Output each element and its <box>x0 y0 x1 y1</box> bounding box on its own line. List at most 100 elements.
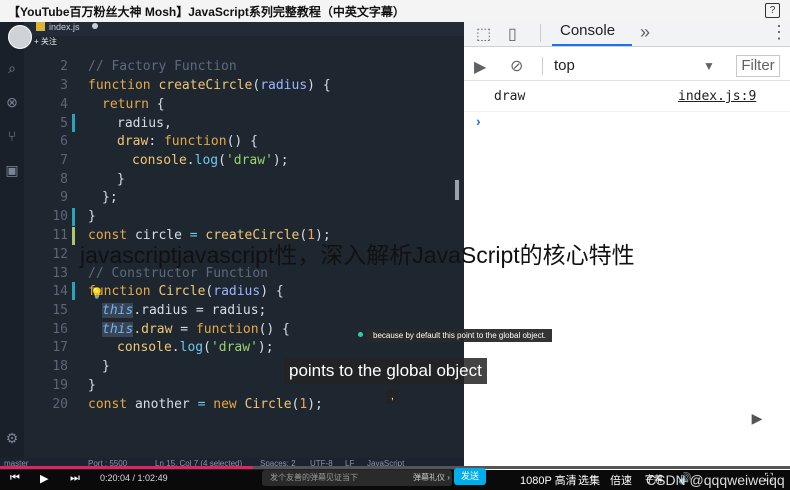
time-display: 0:20:04 / 1:02:49 <box>100 473 168 483</box>
code-line[interactable]: }; <box>102 190 118 205</box>
line-number: 11 <box>52 228 68 243</box>
sidebar-toggle-icon[interactable]: ▶ <box>474 57 486 77</box>
send-button[interactable]: 发送 <box>454 468 486 485</box>
duration: 1:02:49 <box>137 473 168 483</box>
code-line[interactable]: function Circle(radius) { <box>88 284 284 299</box>
chevron-down-icon[interactable]: ▼ <box>703 59 715 73</box>
gear-icon[interactable]: ⚙ <box>4 430 20 446</box>
console-prompt-icon[interactable]: › <box>476 113 481 129</box>
code-line[interactable]: } <box>88 209 96 224</box>
js-file-icon <box>36 22 45 31</box>
scrollbar-thumb[interactable] <box>455 180 459 200</box>
keyword: const <box>88 397 128 412</box>
quality-button[interactable]: 1080P 高清 <box>520 472 577 488</box>
line-number: 6 <box>60 134 68 149</box>
this-keyword: this <box>102 322 134 337</box>
help-icon[interactable]: ? <box>765 3 780 18</box>
video-title: 【YouTube百万粉丝大神 Mosh】JavaScript系列完整教程（中英文… <box>8 5 405 19</box>
line-number: 2 <box>60 59 68 74</box>
play-icon[interactable]: ▶ <box>40 472 48 485</box>
more-tabs-icon[interactable]: » <box>640 22 650 43</box>
string: 'draw' <box>210 340 258 355</box>
filter-input[interactable]: Filter <box>736 55 780 77</box>
string: 'draw' <box>225 153 273 168</box>
line-number: 10 <box>52 209 68 224</box>
source-control-icon[interactable]: ⑂ <box>4 128 20 144</box>
function-name: createCircle <box>158 78 253 93</box>
line-number: 14 <box>52 284 68 299</box>
extensions-icon[interactable]: ⊗ <box>4 94 20 110</box>
danmaku-placeholder: 发个友善的弹幕见证当下 <box>270 473 358 482</box>
activity-bar: ⌕ ⊗ ⑂ ▣ ⚙ <box>0 22 24 470</box>
line-number: 13 <box>52 266 68 281</box>
current-time: 0:20:04 <box>100 473 131 483</box>
divider <box>464 111 790 112</box>
divider <box>540 24 541 42</box>
comment: // Factory Function <box>88 59 237 74</box>
line-number: 15 <box>52 303 68 318</box>
parameter: radius <box>213 284 261 299</box>
line-number: 4 <box>60 97 68 112</box>
danmaku-etiquette-link[interactable]: 弹幕礼仪 › <box>413 472 450 483</box>
code-line[interactable]: } <box>117 172 125 187</box>
number: 1 <box>299 397 308 412</box>
code-line[interactable]: function createCircle(radius) { <box>88 78 331 93</box>
indent-guide <box>72 227 75 245</box>
keyword: function <box>163 134 227 149</box>
object: console <box>117 340 172 355</box>
clear-console-icon[interactable]: ⊘ <box>510 56 523 76</box>
indent-guide <box>72 282 75 300</box>
line-number: 17 <box>52 340 68 355</box>
like-icon[interactable]: ▶ <box>742 405 772 431</box>
code-line[interactable]: radius, <box>117 116 172 131</box>
code-line[interactable]: } <box>102 359 110 374</box>
function-name: Circle <box>244 397 292 412</box>
line-number: 8 <box>60 172 68 187</box>
previous-icon[interactable]: ⏮ <box>10 472 20 485</box>
code-line[interactable]: draw: function() { <box>117 134 258 149</box>
code-line[interactable]: } <box>88 378 96 393</box>
context-select[interactable]: top <box>554 57 575 74</box>
explorer-icon[interactable]: ▣ <box>4 162 20 178</box>
tab-console[interactable]: Console <box>560 22 615 39</box>
avatar[interactable] <box>8 25 32 49</box>
lightbulb-icon[interactable]: 💡 <box>90 287 104 300</box>
line-number: 12 <box>52 247 68 262</box>
console-log-message: draw <box>494 89 526 104</box>
code-line[interactable]: // Factory Function <box>88 59 237 74</box>
article-title-overlay: javascriptjavascript性，深入解析JavaScript的核心特… <box>80 242 635 268</box>
code-line[interactable]: this.radius = radius; <box>102 303 266 318</box>
parameter: radius <box>260 78 308 93</box>
video-subtitle-secondary: , <box>386 389 399 404</box>
episodes-button[interactable]: 选集 <box>578 472 600 488</box>
code-line[interactable]: console.log('draw'); <box>117 340 274 355</box>
code-line[interactable]: this.draw = function() { <box>102 322 290 337</box>
variable: another <box>134 397 190 412</box>
active-tab-indicator <box>552 44 632 46</box>
next-icon[interactable]: ⏭ <box>70 472 80 485</box>
code-line[interactable]: console.log('draw'); <box>132 153 289 168</box>
indent-guide <box>72 114 75 132</box>
method: log <box>194 153 219 168</box>
unsaved-dot-icon <box>91 23 98 29</box>
this-keyword: this <box>102 303 134 318</box>
menu-icon[interactable]: ⋮ <box>770 22 788 43</box>
keyword: return <box>102 97 149 112</box>
method: log <box>179 340 204 355</box>
log-source-link[interactable]: index.js:9 <box>678 89 756 104</box>
code-line[interactable]: return { <box>102 97 165 112</box>
line-number: 7 <box>60 153 68 168</box>
function-name: Circle <box>158 284 206 299</box>
code-line[interactable]: const another = new Circle(1); <box>88 397 323 412</box>
csdn-watermark: CSDN @qqqweiweiqq <box>646 472 785 488</box>
device-toggle-icon[interactable]: ▯ <box>508 24 517 44</box>
hint-dot-icon <box>358 332 363 337</box>
search-icon[interactable]: ⌕ <box>4 60 20 76</box>
property: draw <box>117 134 149 149</box>
keyword: function <box>88 78 151 93</box>
speed-button[interactable]: 倍速 <box>610 472 632 488</box>
line-number: 5 <box>60 116 68 131</box>
inspect-element-icon[interactable]: ⬚ <box>476 24 491 44</box>
tab-index-js[interactable]: index.js <box>36 22 98 36</box>
follow-button[interactable]: + 关注 <box>34 36 57 47</box>
